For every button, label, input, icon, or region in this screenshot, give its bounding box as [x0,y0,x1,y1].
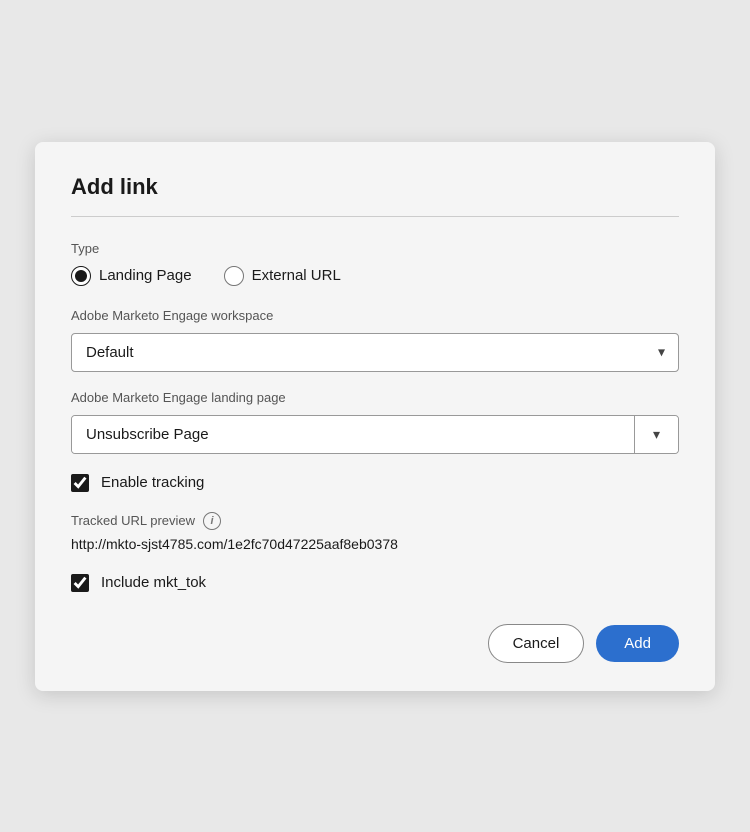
landing-page-select[interactable]: Unsubscribe Page Home Page Contact Page [72,416,634,453]
type-label: Type [71,241,679,256]
enable-tracking-row: Enable tracking [71,474,679,492]
dialog-overlay: Add link Type Landing Page External URL … [0,0,750,832]
tracked-url-value: http://mkto-sjst4785.com/1e2fc70d47225aa… [71,536,398,552]
workspace-label: Adobe Marketo Engage workspace [71,308,679,323]
dialog-title: Add link [71,174,679,200]
landing-page-section: Adobe Marketo Engage landing page Unsubs… [71,390,679,454]
radio-option-external-url[interactable]: External URL [224,266,341,286]
enable-tracking-label[interactable]: Enable tracking [101,474,204,491]
workspace-select[interactable]: Default Workspace 1 Workspace 2 [71,333,679,372]
enable-tracking-checkbox[interactable] [71,474,89,492]
include-mkt-tok-label[interactable]: Include mkt_tok [101,574,206,591]
dialog-footer: Cancel Add [71,624,679,663]
radio-external-url-label: External URL [252,267,341,284]
title-divider [71,216,679,217]
landing-page-label: Adobe Marketo Engage landing page [71,390,679,405]
workspace-select-wrapper: Default Workspace 1 Workspace 2 ▾ [71,333,679,372]
landing-page-select-wrapper: Unsubscribe Page Home Page Contact Page … [71,415,679,454]
type-radio-group: Landing Page External URL [71,266,679,286]
tracked-url-preview-label: Tracked URL preview [71,513,195,528]
workspace-section: Adobe Marketo Engage workspace Default W… [71,308,679,372]
include-mkt-tok-checkbox[interactable] [71,574,89,592]
landing-page-chevron-icon[interactable]: ▾ [634,416,678,453]
radio-external-url[interactable] [224,266,244,286]
radio-landing-page-label: Landing Page [99,267,192,284]
type-section: Type Landing Page External URL [71,241,679,286]
add-button[interactable]: Add [596,625,679,662]
tracked-url-section: Tracked URL preview i http://mkto-sjst47… [71,512,679,554]
add-link-dialog: Add link Type Landing Page External URL … [35,142,715,691]
radio-landing-page[interactable] [71,266,91,286]
tracked-url-header: Tracked URL preview i [71,512,679,530]
cancel-button[interactable]: Cancel [488,624,585,663]
radio-option-landing-page[interactable]: Landing Page [71,266,192,286]
info-icon[interactable]: i [203,512,221,530]
include-mkt-tok-row: Include mkt_tok [71,574,679,592]
